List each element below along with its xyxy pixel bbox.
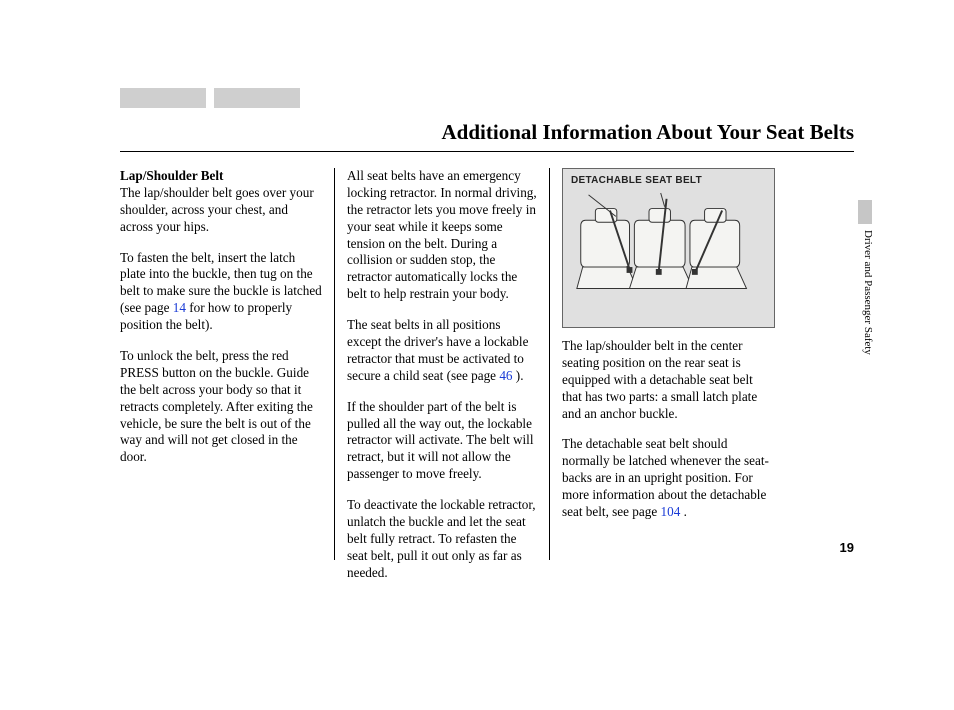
manual-page: Additional Information About Your Seat B…	[0, 0, 954, 710]
seat-belt-illustration-icon	[571, 191, 766, 308]
text-detach-b: .	[680, 504, 687, 519]
side-section-label: Driver and Passenger Safety	[862, 230, 874, 355]
figure-label: DETACHABLE SEAT BELT	[571, 175, 766, 188]
column-2: All seat belts have an emergency locking…	[335, 168, 550, 560]
para-fasten-belt: To fasten the belt, insert the latch pla…	[120, 250, 322, 334]
para-detachable-note: The detachable seat belt should normally…	[562, 436, 775, 520]
column-3: DETACHABLE SEAT BELT	[550, 168, 775, 560]
heading-lap-shoulder: Lap/Shoulder Belt	[120, 168, 223, 183]
para-shoulder-pull: If the shoulder part of the belt is pull…	[347, 399, 537, 483]
tab-placeholder-1[interactable]	[120, 88, 206, 108]
side-tab-indicator	[858, 200, 872, 224]
page-ref-104[interactable]: 104	[661, 504, 681, 519]
figure-detachable-seat-belt: DETACHABLE SEAT BELT	[562, 168, 775, 328]
page-ref-46[interactable]: 46	[499, 368, 512, 383]
para-lap-shoulder-intro: Lap/Shoulder Belt The lap/shoulder belt …	[120, 168, 322, 236]
text-lap-shoulder-intro: The lap/shoulder belt goes over your sho…	[120, 185, 314, 234]
tab-placeholder-2[interactable]	[214, 88, 300, 108]
page-title: Additional Information About Your Seat B…	[120, 120, 854, 152]
para-child-seat: The seat belts in all positions except t…	[347, 317, 537, 385]
top-tabs	[120, 88, 300, 108]
para-unlock-belt: To unlock the belt, press the red PRESS …	[120, 348, 322, 466]
page-number: 19	[840, 540, 854, 555]
column-1: Lap/Shoulder Belt The lap/shoulder belt …	[120, 168, 335, 560]
para-detachable-intro: The lap/shoulder belt in the center seat…	[562, 338, 775, 422]
page-ref-14[interactable]: 14	[173, 300, 186, 315]
text-child-b: ).	[513, 368, 524, 383]
para-deactivate-retractor: To deactivate the lockable retractor, un…	[347, 497, 537, 581]
para-locking-retractor: All seat belts have an emergency locking…	[347, 168, 537, 303]
body-columns: Lap/Shoulder Belt The lap/shoulder belt …	[120, 168, 854, 560]
